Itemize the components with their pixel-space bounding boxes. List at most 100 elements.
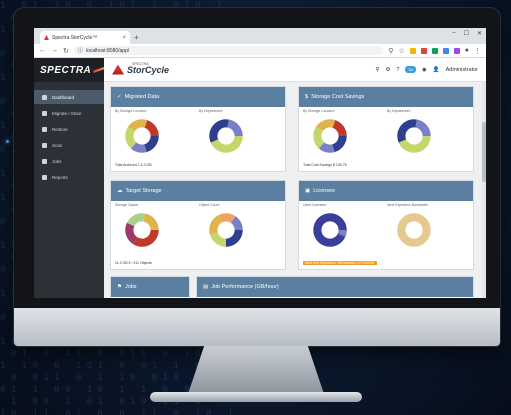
card-title: Jobs bbox=[124, 284, 137, 290]
card-footer: Total Archived 1.6.3 GB bbox=[115, 163, 152, 167]
card-footer: 11.2 GB 9 / 311 Objects bbox=[115, 261, 152, 265]
reload-icon[interactable]: ↻ bbox=[63, 47, 69, 55]
card-body: By Storage Location By Department Total … bbox=[299, 107, 473, 171]
main-content: SPECTRA StorCycle ⚲ ⚙ ? 54 ◉ 👤 Administr… bbox=[104, 58, 486, 298]
close-window-button[interactable]: ✕ bbox=[477, 30, 482, 37]
card-title: Storage Cost Savings bbox=[311, 94, 365, 100]
storcycle-brand: SPECTRA StorCycle bbox=[112, 62, 170, 75]
card-header: ☁ Target Storage bbox=[111, 181, 285, 201]
browser-tab[interactable]: Spectra StorCycle™ × bbox=[40, 31, 130, 44]
browser-menu-icon[interactable]: ⋮ bbox=[474, 47, 481, 55]
extension-icon[interactable] bbox=[442, 47, 449, 54]
chart-subtitle: By Storage Location bbox=[115, 109, 147, 113]
chart-icon: ▤ bbox=[203, 284, 209, 290]
alert-icon[interactable]: ◉ bbox=[422, 67, 427, 73]
cloud-icon: ☁ bbox=[117, 188, 123, 194]
sidebar-item-jobs[interactable]: Jobs bbox=[34, 154, 104, 168]
jobs-icon: ⚑ bbox=[117, 284, 122, 290]
card-header: ⚑ Jobs bbox=[111, 277, 189, 297]
url-field[interactable]: ⓘ localhost:8080/app/ bbox=[73, 46, 384, 55]
migrate-icon bbox=[42, 110, 47, 116]
user-menu[interactable]: Administrator bbox=[446, 67, 478, 73]
glow-dot bbox=[6, 140, 9, 143]
check-icon: ✓ bbox=[117, 94, 122, 100]
card-title: Migrated Data bbox=[124, 94, 160, 100]
restore-icon bbox=[42, 126, 47, 132]
card-body: Storage Space Object Count 11.2 GB 9 / 3… bbox=[111, 201, 285, 269]
sidebar-item-restore[interactable]: Restore bbox=[34, 122, 104, 136]
logo-swoosh-icon bbox=[93, 67, 104, 73]
card-body: Used Licenses Next Expiration Bandwidth … bbox=[299, 201, 473, 269]
scrollbar-thumb[interactable] bbox=[482, 122, 486, 182]
new-tab-button[interactable]: + bbox=[134, 33, 139, 42]
card-body: By Storage Location By Department Total … bbox=[111, 107, 285, 171]
donut-chart[interactable] bbox=[123, 117, 161, 155]
donut-chart[interactable] bbox=[123, 211, 161, 249]
chart-subtitle: Next Expiration Bandwidth bbox=[387, 203, 429, 207]
extension-icon[interactable] bbox=[409, 47, 416, 54]
sidebar: SPECTRA Dashboard Migrate / Store Restor… bbox=[34, 58, 104, 298]
forward-icon[interactable]: → bbox=[51, 47, 58, 54]
sidebar-item-migrate-store[interactable]: Migrate / Store bbox=[34, 106, 104, 120]
card-footer: Next Key Expiration: Wednesday 07/14/202… bbox=[303, 261, 377, 265]
extension-icon[interactable] bbox=[453, 47, 460, 54]
chart-subtitle: By Department bbox=[199, 109, 223, 113]
storcycle-logo-icon bbox=[112, 64, 124, 75]
scan-icon bbox=[42, 142, 47, 148]
app-topbar: SPECTRA StorCycle ⚲ ⚙ ? 54 ◉ 👤 Administr… bbox=[104, 58, 486, 82]
app-shell: SPECTRA Dashboard Migrate / Store Restor… bbox=[34, 58, 486, 298]
donut-chart[interactable] bbox=[311, 211, 349, 249]
jobs-icon bbox=[42, 158, 47, 164]
tab-close-icon[interactable]: × bbox=[122, 35, 126, 41]
brand-name: StorCycle bbox=[127, 64, 170, 75]
address-bar: ← → ↻ ⓘ localhost:8080/app/ ⚲ ☆ ● ⋮ bbox=[34, 44, 486, 58]
bookmark-star-icon[interactable]: ☆ bbox=[398, 47, 404, 55]
donut-chart[interactable] bbox=[207, 117, 245, 155]
chart-subtitle: Object Count bbox=[199, 203, 220, 207]
search-icon[interactable]: ⚲ bbox=[375, 67, 379, 73]
card-title: Target Storage bbox=[125, 188, 162, 194]
card-header: ✓ Migrated Data bbox=[111, 87, 285, 107]
sidebar-item-reports[interactable]: Reports bbox=[34, 170, 104, 184]
sidebar-item-label: Jobs bbox=[52, 158, 62, 164]
chart-subtitle: By Department bbox=[387, 109, 411, 113]
donut-chart[interactable] bbox=[207, 211, 245, 249]
home-icon bbox=[42, 94, 47, 100]
help-icon[interactable]: ? bbox=[396, 67, 399, 73]
jobs-card: ⚑ Jobs bbox=[110, 276, 190, 298]
chart-subtitle: By Storage Location bbox=[303, 109, 335, 113]
info-icon: ⓘ bbox=[77, 48, 83, 54]
monitor: Spectra StorCycle™ × + – ☐ ✕ ← → ↻ ⓘ loc… bbox=[14, 8, 500, 346]
sidebar-logo: SPECTRA bbox=[34, 58, 104, 82]
donut-chart[interactable] bbox=[395, 211, 433, 249]
scrollbar[interactable] bbox=[482, 82, 486, 298]
sidebar-item-dashboard[interactable]: Dashboard bbox=[34, 90, 104, 104]
donut-chart[interactable] bbox=[395, 117, 433, 155]
card-header: ▣ Licenses bbox=[299, 181, 473, 201]
gear-icon[interactable]: ⚙ bbox=[385, 67, 390, 73]
chart-subtitle: Used Licenses bbox=[303, 203, 326, 207]
target-storage-card: ☁ Target Storage Storage Space Object Co… bbox=[110, 180, 286, 270]
extension-icon[interactable] bbox=[420, 47, 427, 54]
reports-icon bbox=[42, 174, 47, 180]
window-controls: – ☐ ✕ bbox=[452, 30, 482, 37]
url-text: localhost:8080/app/ bbox=[85, 47, 130, 54]
sidebar-item-label: Reports bbox=[52, 174, 68, 180]
user-icon: 👤 bbox=[432, 66, 440, 73]
minimize-button[interactable]: – bbox=[452, 30, 455, 37]
extension-icon[interactable] bbox=[431, 47, 438, 54]
favicon-icon bbox=[44, 35, 49, 40]
notification-badge[interactable]: 54 bbox=[405, 66, 416, 73]
licenses-card: ▣ Licenses Used Licenses Next Expiration… bbox=[298, 180, 474, 270]
sidebar-item-scan[interactable]: Scan bbox=[34, 138, 104, 152]
brand-small-label: SPECTRA bbox=[132, 62, 149, 66]
profile-icon[interactable]: ● bbox=[465, 47, 469, 54]
maximize-button[interactable]: ☐ bbox=[464, 30, 469, 37]
back-icon[interactable]: ← bbox=[39, 47, 46, 54]
card-header: ▤ Job Performance (GB/hour) bbox=[197, 277, 473, 297]
donut-chart[interactable] bbox=[311, 117, 349, 155]
zoom-icon[interactable]: ⚲ bbox=[388, 47, 393, 55]
tab-title: Spectra StorCycle™ bbox=[52, 34, 98, 41]
card-header: $ Storage Cost Savings bbox=[299, 87, 473, 107]
card-title: Licenses bbox=[313, 188, 335, 194]
